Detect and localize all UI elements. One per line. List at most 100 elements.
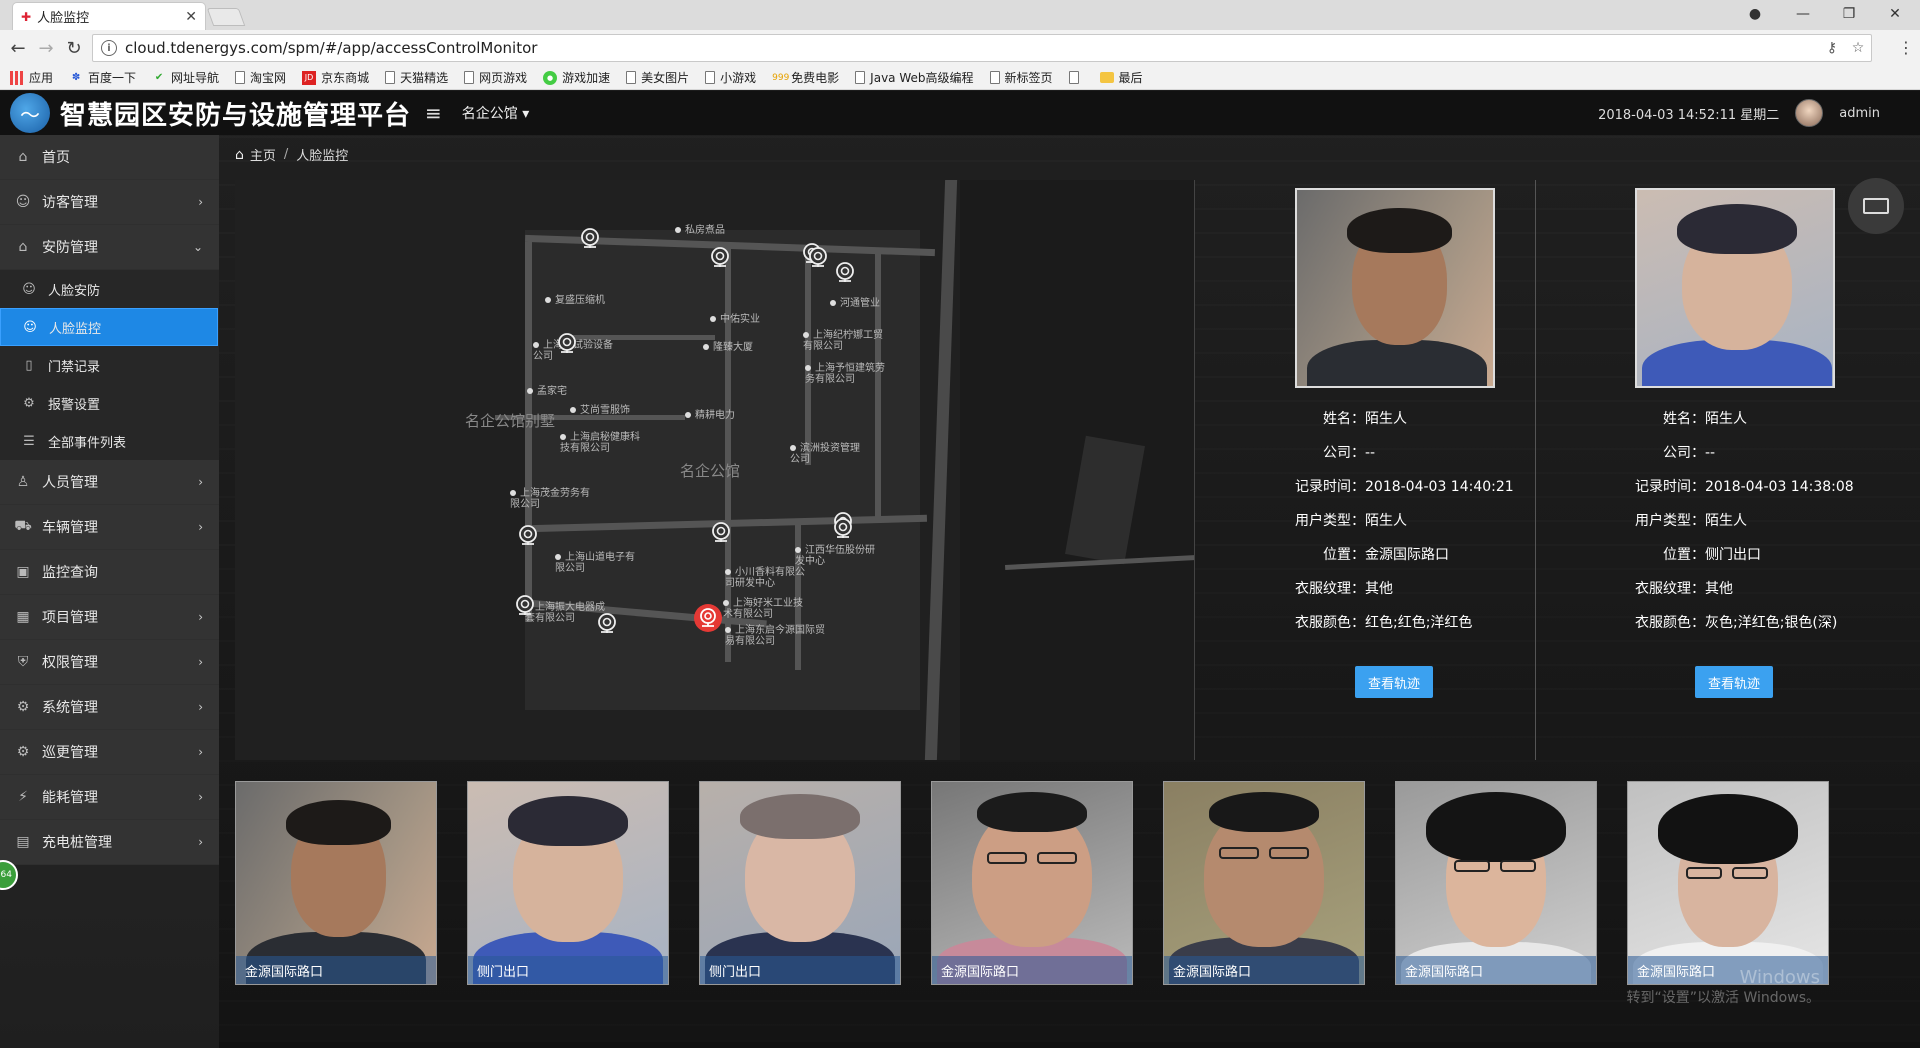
forward-icon[interactable]: →	[34, 36, 58, 60]
map-poi: 精耕电力	[685, 410, 735, 421]
record-texture-row: 衣服纹理：其他	[1635, 581, 1733, 597]
camera-marker-icon[interactable]	[710, 247, 730, 269]
sidebar-item-personnel[interactable]: ♙ 人员管理 ›	[0, 460, 219, 505]
camera-marker-icon[interactable]	[833, 518, 853, 540]
record-location: 侧门出口	[1705, 547, 1761, 563]
bookmark-jd[interactable]: JD 京东商城	[302, 69, 369, 86]
camera-marker-icon[interactable]	[515, 595, 535, 617]
bookmark-blank[interactable]	[1068, 71, 1084, 84]
capture-thumbnail[interactable]: 金源国际路口	[931, 781, 1133, 985]
restore-button[interactable]: ❐	[1826, 0, 1872, 28]
view-track-button[interactable]: 查看轨迹	[1695, 666, 1773, 698]
bookmark-hao123[interactable]: ✔ 网址导航	[152, 69, 219, 86]
browser-menu-icon[interactable]: ⋮	[1898, 38, 1914, 57]
view-track-button[interactable]: 查看轨迹	[1355, 666, 1433, 698]
sidebar-item-energy[interactable]: ⚡ 能耗管理 ›	[0, 775, 219, 820]
sidebar-subitem-access-records[interactable]: ▯ 门禁记录	[0, 346, 219, 384]
park-map[interactable]: 名企公馆别墅 名企公馆 私房煮品 复盛压缩机 中佑实业 河通管业 上海纪柠娜工贸…	[235, 180, 1195, 760]
close-window-button[interactable]: ✕	[1872, 0, 1918, 28]
user-name[interactable]: admin	[1839, 106, 1880, 121]
record-company: --	[1365, 445, 1376, 461]
sidebar: ⌂ 首页 ☺ 访客管理 › ⌂ 安防管理 ⌄ ☺ 人脸安防 ☺ 人脸监控 ▯ 门禁记录 ⚙ 报警设…	[0, 135, 219, 1048]
chevron-right-icon: ›	[198, 475, 203, 489]
record-company: --	[1705, 445, 1716, 461]
site-info-icon[interactable]: i	[101, 40, 117, 56]
record-name: 陌生人	[1705, 411, 1747, 427]
star-icon[interactable]: ☆	[1845, 40, 1871, 56]
bookmark-movies[interactable]: 999 免费电影	[772, 69, 839, 86]
key-icon[interactable]: ⚷	[1819, 40, 1845, 56]
camera-marker-icon[interactable]	[808, 247, 828, 269]
sidebar-item-patrol[interactable]: ⚙ 巡更管理 ›	[0, 730, 219, 775]
user-avatar[interactable]	[1795, 99, 1824, 127]
breadcrumb-home[interactable]: 主页	[250, 145, 276, 164]
sidebar-subitem-face-monitor[interactable]: ☺ 人脸监控	[0, 308, 218, 346]
map-poi: 小川香料有限公司研发中心	[725, 567, 805, 589]
sidebar-item-permission[interactable]: ⛨ 权限管理 ›	[0, 640, 219, 685]
chevron-right-icon: ›	[198, 655, 203, 669]
record-time: 2018-04-03 14:38:08	[1705, 479, 1854, 495]
sidebar-item-visitor[interactable]: ☺ 访客管理 ›	[0, 180, 219, 225]
tab-favicon-icon: ✚	[21, 9, 32, 24]
map-poi: 上海好米工业技术有限公司	[723, 598, 808, 620]
record-user-type-row: 用户类型：陌生人	[1295, 513, 1407, 529]
bookmark-pictures[interactable]: 美女图片	[626, 69, 689, 86]
fullscreen-toggle-icon[interactable]	[1848, 178, 1904, 234]
camera-marker-icon[interactable]	[557, 333, 577, 355]
sidebar-item-project[interactable]: ▦ 项目管理 ›	[0, 595, 219, 640]
bookmark-baidu[interactable]: ✽ 百度一下	[69, 69, 136, 86]
bookmark-minigame[interactable]: 小游戏	[705, 69, 756, 86]
bookmark-last[interactable]: 最后	[1099, 69, 1143, 86]
thumbnail-caption: 金源国际路口	[1164, 956, 1364, 984]
browser-tab[interactable]: ✚ 人脸监控 ✕	[12, 2, 206, 30]
sidebar-item-vehicle[interactable]: ⛟ 车辆管理 ›	[0, 505, 219, 550]
reload-icon[interactable]: ↻	[62, 36, 86, 60]
capture-thumbnail[interactable]: 金源国际路口	[1395, 781, 1597, 985]
record-color: 红色;红色;洋红色	[1365, 615, 1473, 631]
bookmark-apps[interactable]: 应用	[10, 69, 53, 86]
capture-thumbnail[interactable]: 金源国际路口	[1627, 781, 1829, 985]
browser-tab-bar: ✚ 人脸监控 ✕ ● — ❐ ✕	[0, 0, 1920, 30]
sidebar-subitem-all-events[interactable]: ☰ 全部事件列表	[0, 422, 219, 460]
sidebar-subitem-face-security[interactable]: ☺ 人脸安防	[0, 270, 219, 308]
address-bar[interactable]: i cloud.tdenergys.com/spm/#/app/accessCo…	[92, 34, 1872, 62]
map-poi: 隆臻大厦	[703, 342, 753, 353]
sidebar-item-home[interactable]: ⌂ 首页	[0, 135, 219, 180]
bookmark-javaweb[interactable]: Java Web高级编程	[855, 69, 974, 86]
record-texture: 其他	[1705, 581, 1733, 597]
capture-thumbnail[interactable]: 金源国际路口	[1163, 781, 1365, 985]
windows-activation-watermark: Windows 转到“设置”以激活 Windows。	[1626, 967, 1820, 1007]
tab-close-icon[interactable]: ✕	[185, 9, 197, 25]
new-tab-button[interactable]	[206, 8, 246, 26]
chevron-right-icon: ›	[198, 520, 203, 534]
bookmark-tmall[interactable]: 天猫精选	[385, 69, 448, 86]
record-name-row: 姓名：陌生人	[1663, 411, 1747, 427]
face-photo-large[interactable]	[1635, 188, 1835, 388]
minimize-button[interactable]: —	[1780, 0, 1826, 28]
alert-camera-marker-icon[interactable]	[693, 603, 723, 633]
sidebar-item-monitor-query[interactable]: ▣ 监控查询	[0, 550, 219, 595]
capture-thumbnail[interactable]: 金源国际路口	[235, 781, 437, 985]
sidebar-item-security[interactable]: ⌂ 安防管理 ⌄	[0, 225, 219, 270]
bookmark-taobao[interactable]: 淘宝网	[235, 69, 286, 86]
sidebar-item-charger[interactable]: ▤ 充电桩管理 ›	[0, 820, 219, 865]
bookmark-webgame[interactable]: 网页游戏	[464, 69, 527, 86]
camera-marker-icon[interactable]	[835, 262, 855, 284]
camera-marker-icon[interactable]	[597, 613, 617, 635]
bookmark-newtab[interactable]: 新标签页	[989, 69, 1053, 86]
profile-icon[interactable]: ●	[1732, 0, 1778, 28]
camera-marker-icon[interactable]	[580, 228, 600, 250]
capture-thumbnail[interactable]: 侧门出口	[699, 781, 901, 985]
camera-marker-icon[interactable]	[518, 525, 538, 547]
sidebar-item-system[interactable]: ⚙ 系统管理 ›	[0, 685, 219, 730]
capture-thumbnail[interactable]: 侧门出口	[467, 781, 669, 985]
bookmark-accelerate[interactable]: ● 游戏加速	[543, 69, 610, 86]
face-photo-large[interactable]	[1295, 188, 1495, 388]
sidebar-subitem-alarm-settings[interactable]: ⚙ 报警设置	[0, 384, 219, 422]
map-area-main: 名企公馆	[680, 462, 741, 480]
hamburger-menu-icon[interactable]: ≡	[425, 101, 442, 125]
camera-marker-icon[interactable]	[711, 522, 731, 544]
back-icon[interactable]: ←	[6, 36, 30, 60]
site-selector[interactable]: 名企公馆 ▾	[462, 103, 529, 123]
url-text[interactable]: cloud.tdenergys.com/spm/#/app/accessCont…	[125, 39, 1819, 57]
